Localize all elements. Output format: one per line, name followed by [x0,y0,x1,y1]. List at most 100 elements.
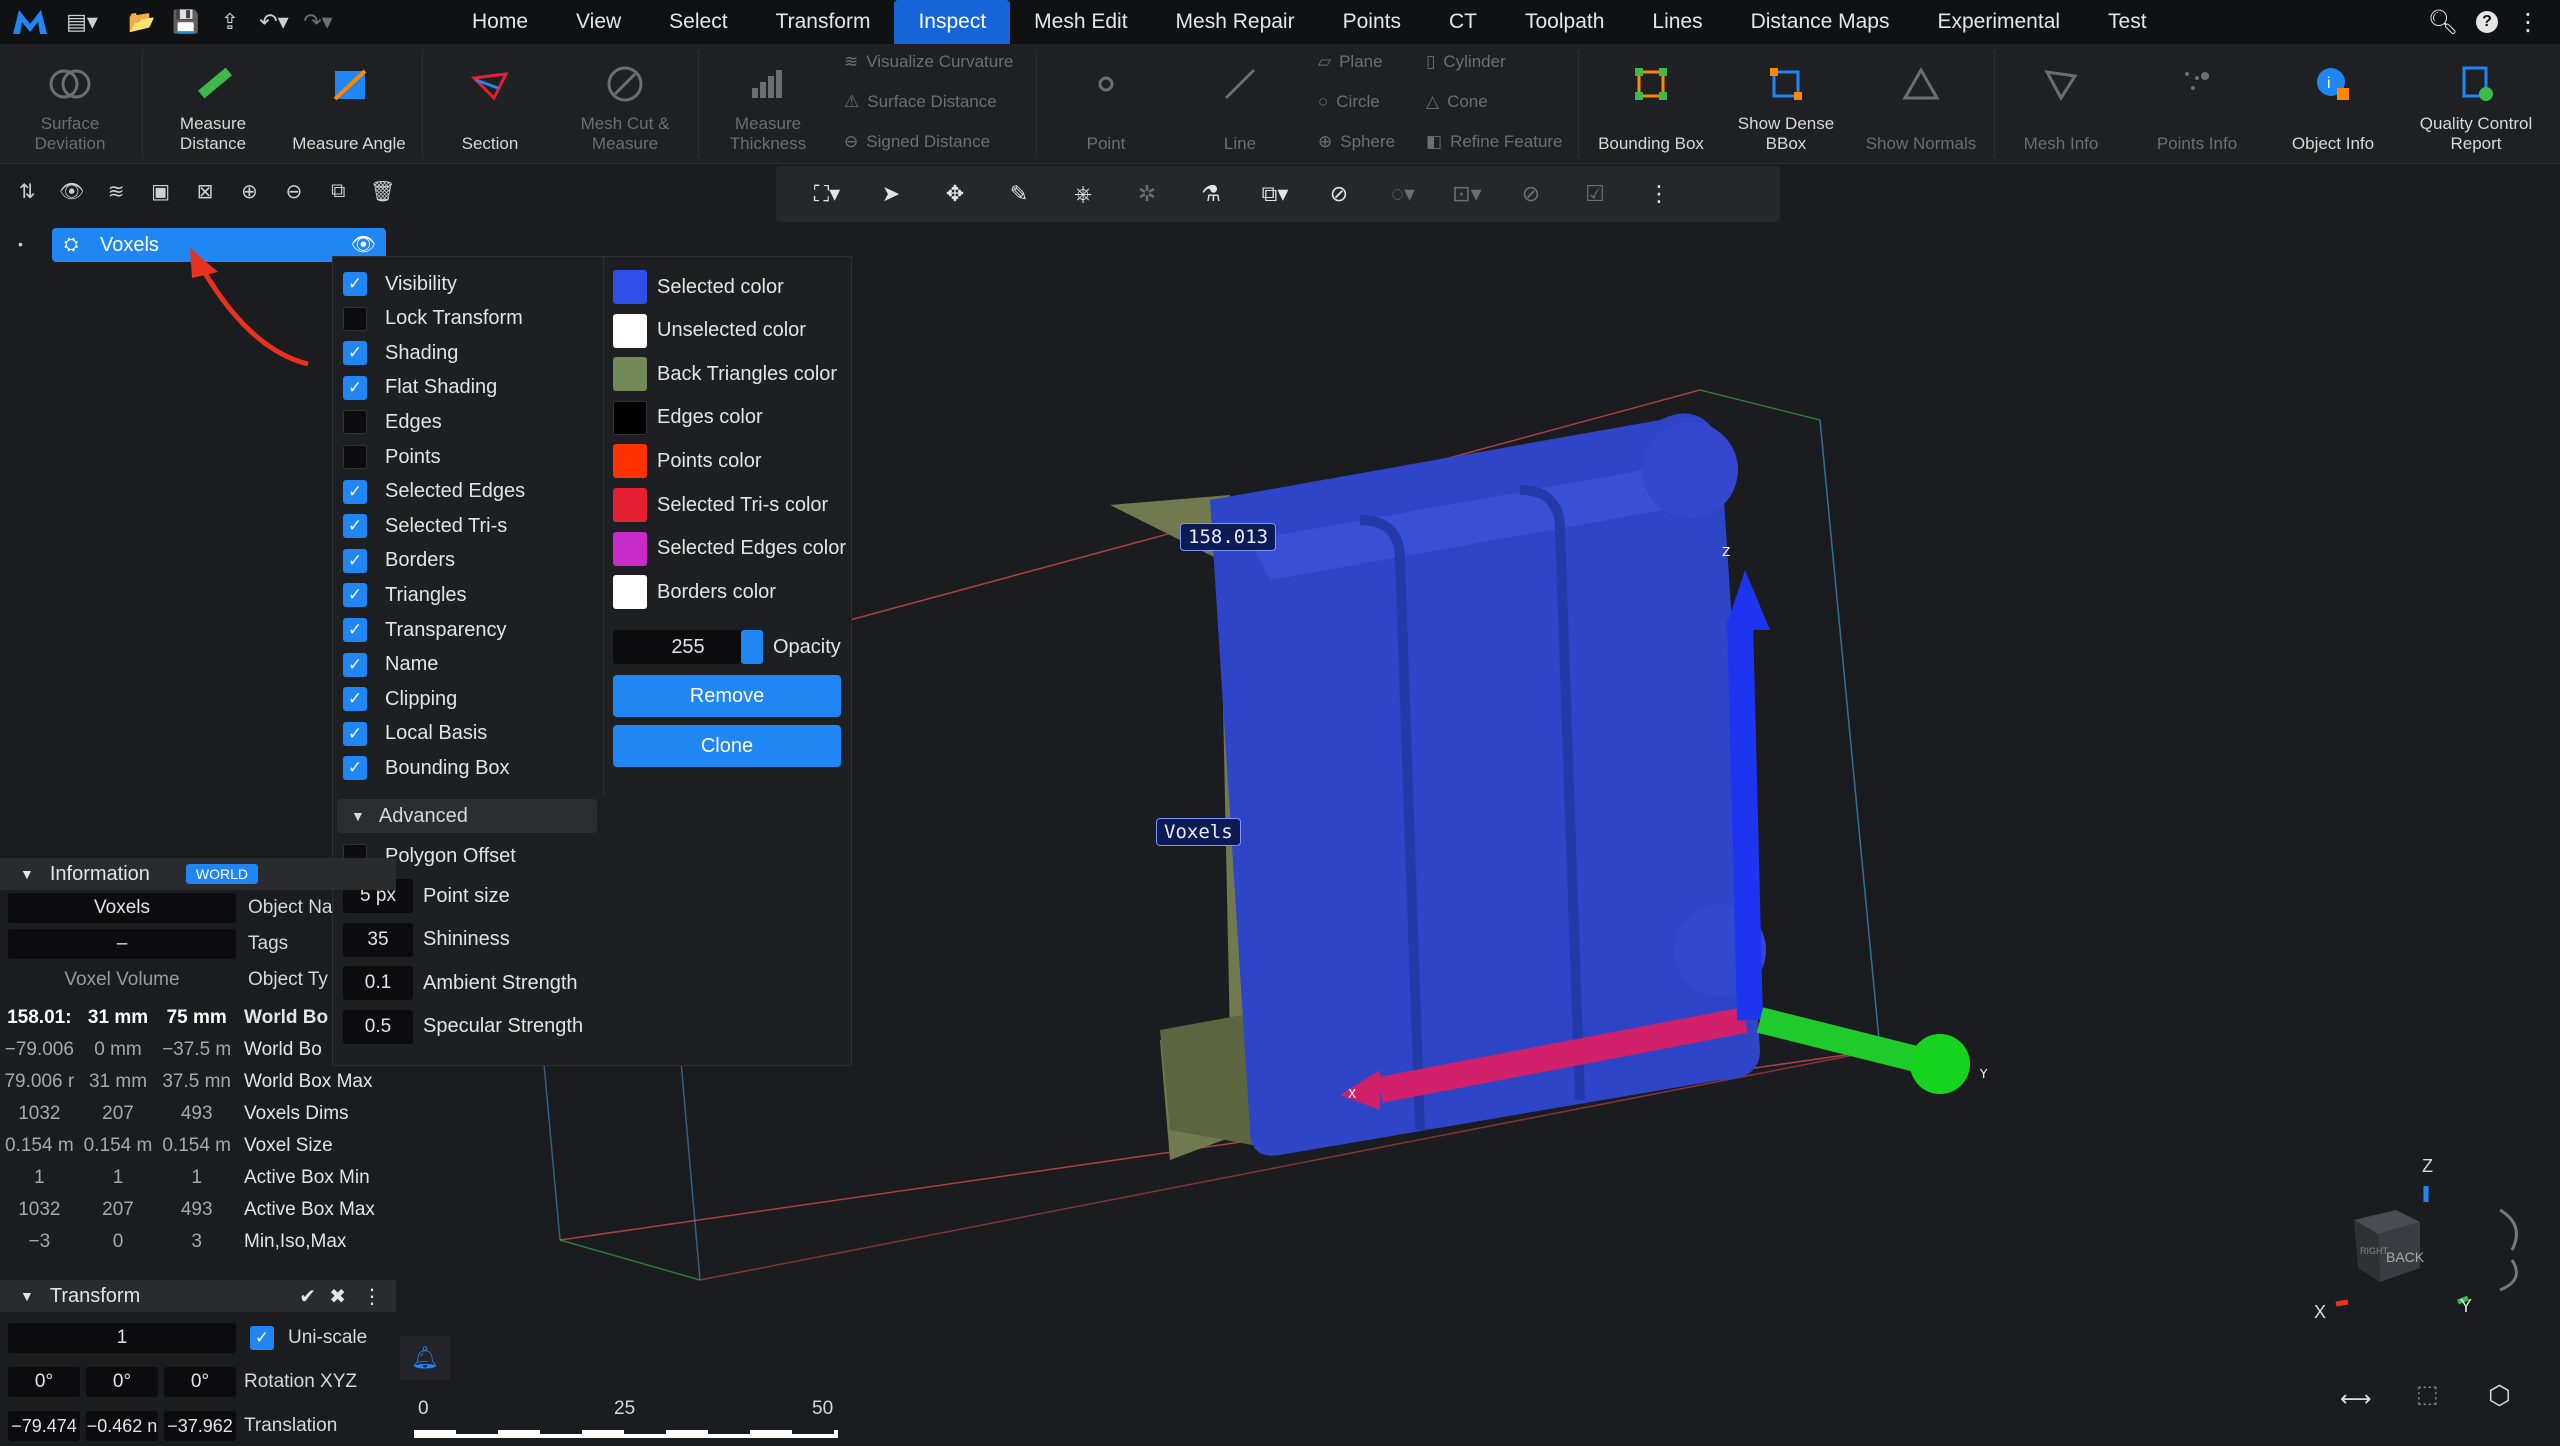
move-down-icon[interactable]: ⊖ [277,173,311,209]
checkbox-row-selected-tri-s[interactable]: ✓ Selected Tri-s [343,509,507,543]
rotation-y-field[interactable]: 0° [86,1367,158,1397]
checkbox-row-selected-edges[interactable]: ✓ Selected Edges [343,475,525,509]
tab-lines[interactable]: Lines [1628,0,1726,44]
color-row-points-color[interactable]: Points color [613,441,762,481]
checkbox-row-shading[interactable]: ✓ Shading [343,336,458,370]
checkbox[interactable]: ✓ [343,721,367,746]
scale-field[interactable]: 1 [8,1323,236,1353]
surface-distance-button[interactable]: ⚠ Surface Distance [844,90,997,114]
signed-distance-button[interactable]: ⊖ Signed Distance [844,130,990,154]
lasso-icon[interactable]: ◌▾ [1374,172,1432,216]
checkbox[interactable] [343,306,367,331]
color-swatch[interactable] [613,488,647,522]
surface-deviation-button[interactable]: Surface Deviation [10,44,130,164]
select-all-icon[interactable]: ▣ [143,173,177,209]
color-row-borders-color[interactable]: Borders color [613,572,776,612]
color-row-edges-color[interactable]: Edges color [613,398,763,438]
checkbox[interactable]: ✓ [343,687,367,712]
save-icon[interactable]: 💾 [164,0,208,44]
color-swatch[interactable] [613,357,647,392]
checkbox[interactable]: ✓ [343,618,367,642]
point-button[interactable]: Point [1046,44,1166,164]
export-icon[interactable]: ⇪ [208,0,252,44]
show-normals-button[interactable]: Show Normals [1856,44,1986,164]
tab-mesh-edit[interactable]: Mesh Edit [1010,0,1151,44]
rotation-z-field[interactable]: 0° [164,1367,236,1397]
world-badge[interactable]: WORLD [185,864,259,884]
color-swatch[interactable] [613,444,647,479]
cone-button[interactable]: △ Cone [1426,90,1488,114]
measure-thickness-button[interactable]: Measure Thickness [706,44,830,164]
checkbox-row-points[interactable]: Points [343,440,441,474]
checkbox-row-transparency[interactable]: ✓ Transparency [343,613,507,647]
sphere-button[interactable]: ⊕ Sphere [1318,130,1395,154]
refine-feature-button[interactable]: ◧ Refine Feature [1426,130,1563,154]
color-swatch[interactable] [613,400,647,435]
uniscale-checkbox[interactable]: ✓ [250,1326,274,1350]
show-dense-bbox-button[interactable]: Show Dense BBox [1726,44,1846,164]
rotation-x-field[interactable]: 0° [8,1367,80,1397]
notification-bell-icon[interactable]: 🔔︎ [400,1336,450,1380]
object-name-field[interactable]: Voxels [8,893,236,923]
cancel-select-icon[interactable]: ⊘ [1502,172,1560,216]
plane-button[interactable]: ▱ Plane [1318,50,1383,74]
quality-control-report-button[interactable]: Quality Control Report [2414,44,2538,164]
checkbox[interactable]: ✓ [343,479,367,504]
move-icon[interactable]: ✥ [926,172,984,216]
bounding-box-button[interactable]: Bounding Box [1586,44,1716,164]
box-select-icon[interactable]: ⊡▾ [1438,172,1496,216]
duplicate-icon[interactable]: ⧉ [321,173,355,209]
opacity-slider[interactable]: 255 [613,630,763,664]
checkbox-row-lock-transform[interactable]: Lock Transform [343,302,523,336]
focus-icon[interactable]: ⬚ [2416,1380,2439,1409]
search-icon[interactable]: 🔍︎ [2428,8,2458,37]
open-folder-icon[interactable]: 📂 [120,0,164,44]
tab-home[interactable]: Home [448,0,552,44]
checkbox-row-name[interactable]: ✓ Name [343,648,438,682]
checkbox-row-borders[interactable]: ✓ Borders [343,544,455,578]
clone-button[interactable]: Clone [613,725,841,767]
color-row-unselected-color[interactable]: Unselected color [613,311,806,351]
move-up-icon[interactable]: ⊕ [232,173,266,209]
delete-icon[interactable]: 🗑︎ [366,173,400,209]
network-icon[interactable]: ✲ [1118,172,1176,216]
tab-experimental[interactable]: Experimental [1913,0,2084,44]
checkbox-row-visibility[interactable]: ✓ Visibility [343,267,457,301]
section-button[interactable]: Section [430,44,550,164]
points-info-button[interactable]: Points Info [2140,44,2254,164]
information-header[interactable]: ▼ Information WORLD [0,858,396,890]
cylinder-button[interactable]: ▯ Cylinder [1426,50,1506,74]
object-info-button[interactable]: i Object Info [2276,44,2390,164]
checkbox-row-triangles[interactable]: ✓ Triangles [343,578,467,612]
color-swatch[interactable] [613,531,647,566]
visibility-eye-icon[interactable]: 👁︎ [351,232,376,257]
eye-closed-icon[interactable]: ≋ [99,173,133,209]
checkbox[interactable]: ✓ [343,583,367,608]
measure-tool-icon[interactable]: ⟷ [2340,1386,2372,1412]
remove-button[interactable]: Remove [613,675,841,717]
reset-close-icon[interactable]: ✖ [329,1284,346,1309]
circle-button[interactable]: ○ Circle [1318,90,1380,114]
measure-angle-button[interactable]: Measure Angle [284,44,414,164]
opacity-slider-handle[interactable] [741,630,763,664]
redo-icon[interactable]: ↷▾ [296,0,340,44]
paint-icon[interactable]: ⚗ [1182,172,1240,216]
eye-icon[interactable]: 👁︎ [54,173,88,209]
checkbox-row-flat-shading[interactable]: ✓ Flat Shading [343,371,497,405]
tags-field[interactable]: – [8,929,236,959]
fit-view-icon[interactable]: ⛶▾ [798,172,856,216]
translation-z-field[interactable]: −37.962 [164,1411,236,1441]
checkbox[interactable]: ✓ [343,375,367,400]
rotate-ccw-icon[interactable] [2499,1259,2518,1292]
checkbox-row-clipping[interactable]: ✓ Clipping [343,682,457,716]
tab-distance-maps[interactable]: Distance Maps [1727,0,1914,44]
checkbox-row-local-basis[interactable]: ✓ Local Basis [343,717,487,751]
copy-object-icon[interactable]: ⧉▾ [1246,172,1304,216]
checkbox[interactable]: ✓ [343,756,367,781]
translation-y-field[interactable]: −0.462 n [86,1411,158,1441]
sort-icon[interactable]: ⇅ [10,173,44,209]
deselect-icon[interactable]: ⊠ [188,173,222,209]
tab-mesh-repair[interactable]: Mesh Repair [1152,0,1319,44]
checkbox[interactable]: ✓ [343,548,367,573]
tab-test[interactable]: Test [2084,0,2171,44]
